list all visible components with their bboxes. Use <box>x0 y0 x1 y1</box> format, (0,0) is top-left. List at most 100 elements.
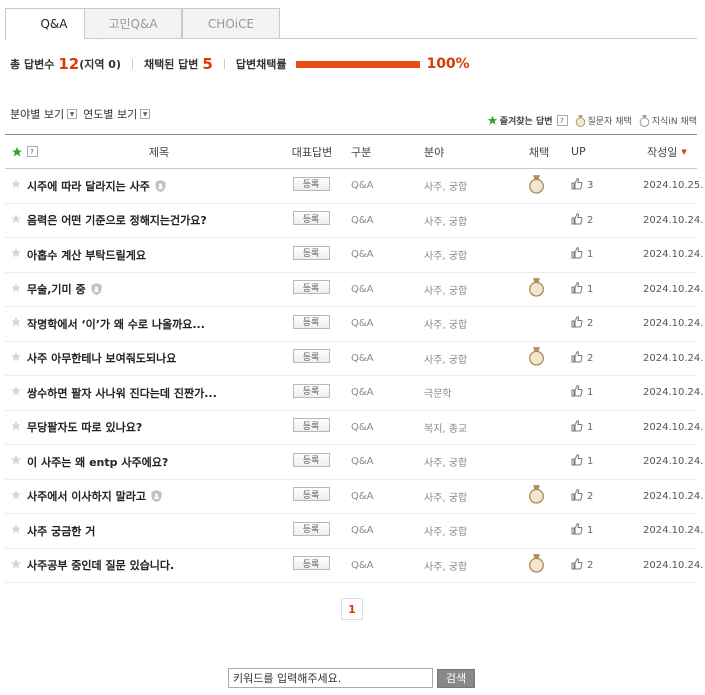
register-rep-answer-button[interactable]: 등록 <box>292 556 330 571</box>
question-title-link[interactable]: 이 사주는 왜 entp 사주에요? <box>27 454 168 470</box>
medal-outline-icon <box>639 114 650 127</box>
tab-choice[interactable]: CHOiCE <box>182 8 280 39</box>
up-count: 1 <box>587 525 594 537</box>
register-rep-answer-button[interactable]: 등록 <box>292 176 330 191</box>
favorite-toggle[interactable] <box>9 549 23 583</box>
category-filter[interactable]: 분야별 보기 ▼ <box>10 106 78 122</box>
up-count: 3 <box>587 180 594 192</box>
dropdown-arrow-icon[interactable]: ▼ <box>140 109 151 119</box>
medal-icon <box>528 174 545 197</box>
star-outline-icon[interactable] <box>10 523 22 538</box>
type-cell: Q&A <box>351 387 374 399</box>
help-icon[interactable]: ? <box>556 115 568 126</box>
header-title: 제목 <box>148 145 170 159</box>
keyword-search-input[interactable] <box>228 668 433 688</box>
favorite-toggle[interactable] <box>9 411 23 445</box>
star-outline-icon[interactable] <box>10 420 22 435</box>
register-rep-answer-button[interactable]: 등록 <box>292 452 330 467</box>
register-rep-answer-button[interactable]: 등록 <box>292 521 330 536</box>
thumbs-up-icon[interactable] <box>571 454 583 469</box>
star-outline-icon[interactable] <box>10 282 22 297</box>
question-title-link[interactable]: 사주공부 중인데 질문 있습니다. <box>27 557 174 573</box>
thumbs-up-icon[interactable] <box>571 350 583 366</box>
favorite-toggle[interactable] <box>9 238 23 272</box>
star-outline-icon[interactable] <box>10 213 22 228</box>
star-outline-icon[interactable] <box>10 489 22 504</box>
question-title-link[interactable]: 음력은 어떤 기준으로 정해지는건가요? <box>27 212 207 228</box>
register-rep-answer-button[interactable]: 등록 <box>292 280 330 295</box>
up-cell: 2 <box>571 480 611 514</box>
chosen-cell <box>525 549 547 583</box>
star-outline-icon[interactable] <box>10 316 22 331</box>
thumbs-up-icon[interactable] <box>571 281 583 297</box>
register-rep-answer-button[interactable]: 등록 <box>292 245 330 260</box>
rep-answer-cell: 등록 <box>291 169 331 203</box>
star-outline-icon[interactable] <box>10 454 22 469</box>
register-rep-answer-button[interactable]: 등록 <box>292 383 330 398</box>
question-title-link[interactable]: 무당팔자도 따로 있나요? <box>27 419 142 435</box>
total-answers-label: 총 답변수 <box>10 58 55 71</box>
tab-gomin-qna[interactable]: 고민Q&A <box>84 8 182 39</box>
register-rep-answer-button[interactable]: 등록 <box>292 349 330 364</box>
question-title-link[interactable]: 작명학에서 ‘이’가 왜 수로 나올까요... <box>27 316 205 332</box>
tab-bar: Q&A 고민Q&A CHOiCE <box>5 8 697 40</box>
question-title-link[interactable]: 쌍수하면 팔자 사나워 진다는데 진짠가... <box>27 385 217 401</box>
chosen-cell <box>525 342 547 376</box>
register-rep-answer-button[interactable]: 등록 <box>292 487 330 502</box>
page-1-button[interactable]: 1 <box>341 598 363 620</box>
thumbs-up-icon[interactable] <box>571 316 583 331</box>
star-outline-icon[interactable] <box>10 351 22 366</box>
register-rep-answer-button[interactable]: 등록 <box>292 314 330 329</box>
thumbs-up-icon[interactable] <box>571 419 583 435</box>
favorite-toggle[interactable] <box>9 445 23 479</box>
star-outline-icon[interactable] <box>10 178 22 193</box>
up-cell: 1 <box>571 376 611 410</box>
up-cell: 2 <box>571 549 611 583</box>
dropdown-arrow-icon[interactable]: ▼ <box>67 109 78 119</box>
favorite-toggle[interactable] <box>9 514 23 548</box>
favorite-toggle[interactable] <box>9 342 23 376</box>
type-cell: Q&A <box>351 456 374 468</box>
thumbs-up-icon[interactable] <box>571 488 583 504</box>
year-filter[interactable]: 연도별 보기 ▼ <box>83 106 151 122</box>
favorite-toggle[interactable] <box>9 273 23 307</box>
date-cell: 2024.10.24. <box>643 318 704 330</box>
thumbs-up-icon[interactable] <box>571 178 583 193</box>
question-title-link[interactable]: 시주에 따라 달라지는 사주 <box>27 178 150 194</box>
up-cell: 3 <box>571 169 611 203</box>
register-rep-answer-button[interactable]: 등록 <box>292 418 330 433</box>
thumbs-up-icon[interactable] <box>571 247 583 262</box>
favorite-toggle[interactable] <box>9 307 23 341</box>
up-count: 1 <box>587 387 594 399</box>
star-outline-icon[interactable] <box>10 247 22 262</box>
category-cell: 사주, 궁합 <box>424 354 468 366</box>
favorite-toggle[interactable] <box>9 376 23 410</box>
star-outline-icon[interactable] <box>10 558 22 573</box>
thumbs-up-icon[interactable] <box>571 212 583 228</box>
star-outline-icon[interactable] <box>10 385 22 400</box>
date-cell: 2024.10.24. <box>643 214 704 226</box>
question-title-link[interactable]: 무술,기미 중 <box>27 281 86 297</box>
question-title-link[interactable]: 사주에서 이사하지 말라고 <box>27 488 146 504</box>
question-title-link[interactable]: 아홉수 계산 부탁드릴게요 <box>27 247 146 263</box>
question-title-link[interactable]: 사주 궁금한 거 <box>27 523 95 539</box>
category-cell: 사주, 궁합 <box>424 527 468 539</box>
favorite-toggle[interactable] <box>9 480 23 514</box>
search-button[interactable]: 검색 <box>437 668 475 688</box>
date-cell: 2024.10.24. <box>643 525 704 537</box>
header-date-sort[interactable]: 작성일 ▼ <box>647 135 705 168</box>
total-answers-value: 12 <box>58 55 80 73</box>
favorite-toggle[interactable] <box>9 169 23 203</box>
chosen-cell <box>525 238 547 272</box>
register-rep-answer-button[interactable]: 등록 <box>292 211 330 226</box>
medal-icon <box>575 114 585 127</box>
shield-icon <box>151 490 162 503</box>
thumbs-up-icon[interactable] <box>571 557 583 573</box>
favorite-toggle[interactable] <box>9 204 23 238</box>
question-title-link[interactable]: 사주 아무한테나 보여줘도되나요 <box>27 350 176 366</box>
thumbs-up-icon[interactable] <box>571 523 583 538</box>
table-row: 작명학에서 ‘이’가 왜 수로 나올까요... 등록 Q&A 사주, 궁합 2 2024.… <box>5 307 703 342</box>
chosen-answers-value: 5 <box>202 55 213 73</box>
legend: 즐겨찾는 답변 ? 질문자 채택 지식iN 채택 <box>480 114 697 127</box>
thumbs-up-icon[interactable] <box>571 385 583 400</box>
